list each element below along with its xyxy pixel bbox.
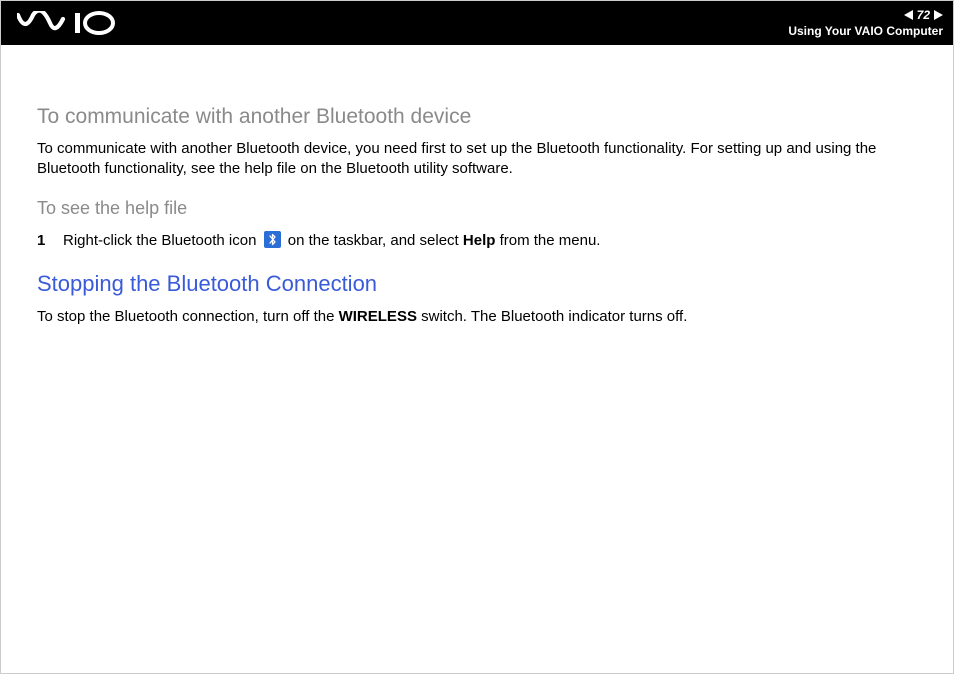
header-section-title: Using Your VAIO Computer xyxy=(788,24,943,38)
paragraph-communicate: To communicate with another Bluetooth de… xyxy=(37,139,917,180)
para2-post: switch. The Bluetooth indicator turns of… xyxy=(417,308,687,325)
bluetooth-icon xyxy=(264,231,281,248)
header-right: 72 Using Your VAIO Computer xyxy=(788,8,943,38)
para2-pre: To stop the Bluetooth connection, turn o… xyxy=(37,308,339,325)
next-page-arrow-icon[interactable] xyxy=(934,10,943,20)
step-1: 1 Right-click the Bluetooth icon on the … xyxy=(37,231,917,251)
step-text-mid: on the taskbar, and select xyxy=(284,232,463,249)
step-number: 1 xyxy=(37,231,63,251)
page-content: To communicate with another Bluetooth de… xyxy=(1,45,953,327)
page-number: 72 xyxy=(917,8,930,22)
step-text: Right-click the Bluetooth icon on the ta… xyxy=(63,231,600,251)
heading-stopping: Stopping the Bluetooth Connection xyxy=(37,271,917,297)
step-text-bold: Help xyxy=(463,232,496,249)
step-text-post: from the menu. xyxy=(495,232,600,249)
heading-communicate: To communicate with another Bluetooth de… xyxy=(37,105,917,129)
vaio-logo xyxy=(17,1,127,45)
page-header: 72 Using Your VAIO Computer xyxy=(1,1,953,45)
paragraph-stopping: To stop the Bluetooth connection, turn o… xyxy=(37,307,917,327)
step-text-pre: Right-click the Bluetooth icon xyxy=(63,232,261,249)
para2-bold: WIRELESS xyxy=(339,308,417,325)
prev-page-arrow-icon[interactable] xyxy=(904,10,913,20)
heading-help-file: To see the help file xyxy=(37,198,917,219)
page-navigation: 72 xyxy=(904,8,943,22)
